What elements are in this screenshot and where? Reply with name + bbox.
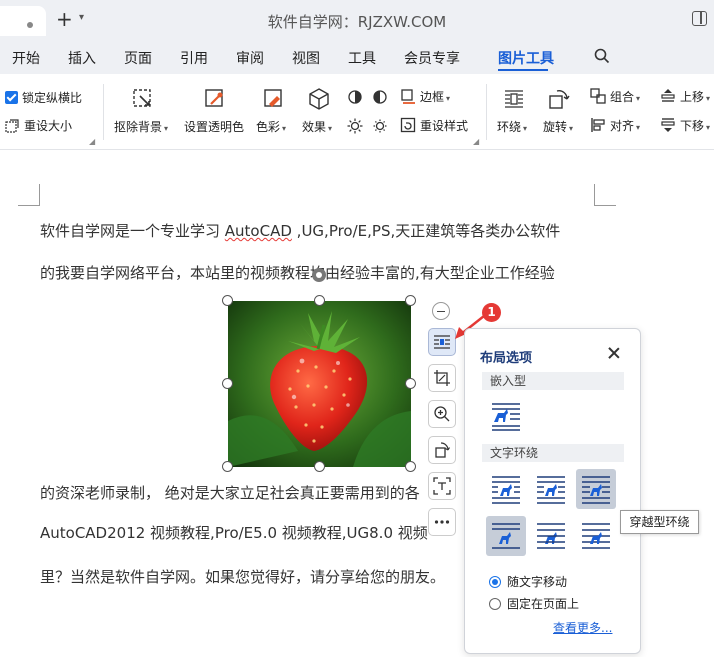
see-more-link[interactable]: 查看更多... bbox=[553, 619, 612, 636]
annotation-badge: 1 bbox=[482, 303, 501, 322]
move-with-text-label: 随文字移动 bbox=[507, 575, 568, 589]
wrap-behind-text-icon bbox=[537, 523, 565, 549]
wrap-inline-option[interactable] bbox=[486, 396, 526, 436]
layout-options-panel: 布局选项 嵌入型 文字环绕 随文字移动 固定在页面上 查看更多... bbox=[464, 328, 641, 654]
wrap-top-bottom-icon bbox=[492, 523, 520, 549]
wrap-square-option[interactable] bbox=[486, 469, 526, 509]
wrap-in-front-icon bbox=[582, 523, 610, 549]
wrap-through-icon bbox=[582, 476, 610, 504]
close-icon[interactable] bbox=[607, 346, 621, 360]
wrap-tight-option[interactable] bbox=[531, 469, 571, 509]
radio-unselected-icon bbox=[489, 598, 501, 610]
wrap-square-icon bbox=[492, 476, 520, 504]
radio-selected-icon bbox=[489, 576, 501, 588]
panel-title: 布局选项 bbox=[480, 351, 533, 366]
wrap-inline-icon bbox=[492, 403, 520, 431]
wrap-top-bottom-option[interactable] bbox=[486, 516, 526, 556]
move-with-text-radio[interactable]: 随文字移动 bbox=[489, 573, 567, 590]
wrap-tight-icon bbox=[537, 476, 565, 504]
wrap-option-tooltip: 穿越型环绕 bbox=[620, 510, 699, 534]
fix-on-page-radio[interactable]: 固定在页面上 bbox=[489, 595, 579, 612]
text-wrap-section-header: 文字环绕 bbox=[482, 444, 624, 462]
fix-on-page-label: 固定在页面上 bbox=[507, 597, 580, 611]
wrap-through-option[interactable] bbox=[576, 469, 616, 509]
inline-section-header: 嵌入型 bbox=[482, 372, 624, 390]
wrap-behind-text-option[interactable] bbox=[531, 516, 571, 556]
wrap-in-front-option[interactable] bbox=[576, 516, 616, 556]
